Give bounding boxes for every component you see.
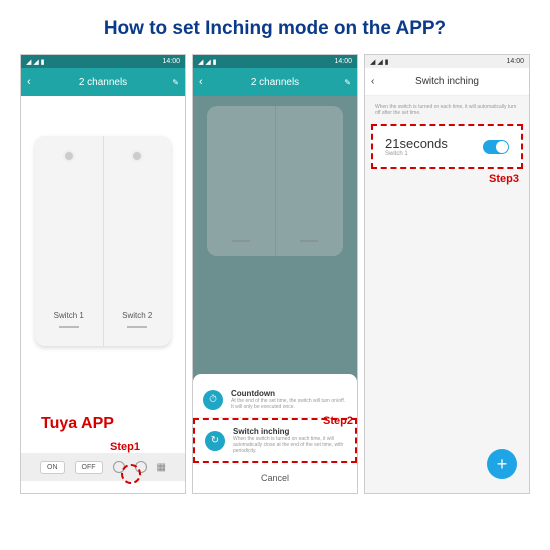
- phone-step1: ◢ ◢ ▮ 14:00 ‹ 2 channels ✎ Switch 1 Swit…: [20, 54, 186, 494]
- switch-2[interactable]: Switch 2: [104, 136, 172, 346]
- app-header: ‹ 2 channels ✎: [21, 68, 185, 96]
- add-fab[interactable]: +: [487, 449, 517, 479]
- hint-text: When the switch is turned on each time, …: [365, 96, 529, 124]
- status-bar: ◢ ◢ ▮ 14:00: [365, 55, 529, 68]
- status-icons: ◢ ◢ ▮: [198, 58, 217, 66]
- switch-2-label: Switch 2: [122, 311, 152, 320]
- page-title: How to set Inching mode on the APP?: [0, 0, 550, 54]
- switch-indicator: [127, 326, 147, 328]
- inching-value: 21seconds: [385, 136, 448, 151]
- back-icon[interactable]: ‹: [27, 76, 31, 88]
- status-icons: ◢ ◢ ▮: [26, 58, 45, 66]
- status-bar: ◢ ◢ ▮ 14:00: [21, 55, 185, 68]
- action-sheet: ⏱ Countdown At the end of the set time, …: [193, 374, 357, 493]
- status-time: 14:00: [506, 58, 524, 65]
- switch-1[interactable]: Switch 1: [35, 136, 104, 346]
- step2-label: Step2: [323, 415, 353, 427]
- dimmed-body: Step2 ⏱ Countdown At the end of the set …: [193, 96, 357, 493]
- option-countdown[interactable]: ⏱ Countdown At the end of the set time, …: [193, 382, 357, 418]
- cancel-button[interactable]: Cancel: [193, 463, 357, 493]
- option-title: Countdown: [231, 389, 347, 398]
- header-title: Switch inching: [415, 76, 479, 87]
- phone-row: ◢ ◢ ▮ 14:00 ‹ 2 channels ✎ Switch 1 Swit…: [0, 54, 550, 494]
- off-button[interactable]: OFF: [75, 461, 103, 474]
- status-time: 14:00: [334, 58, 352, 65]
- phone-step2: ◢ ◢ ▮ 14:00 ‹ 2 channels ✎ Step2 ⏱ Count…: [192, 54, 358, 494]
- option-desc: When the switch is turned on each time, …: [233, 436, 345, 454]
- option-title: Switch inching: [233, 427, 345, 436]
- inching-sub: Switch 1: [385, 151, 448, 157]
- app-header: ‹ 2 channels ✎: [193, 68, 357, 96]
- bulb-icon: [65, 152, 73, 160]
- inching-toggle[interactable]: [483, 140, 509, 154]
- switch-1-label: Switch 1: [54, 311, 84, 320]
- app-name-label: Tuya APP: [41, 415, 114, 433]
- countdown-icon: ⏱: [203, 390, 223, 410]
- header-title: 2 channels: [79, 77, 127, 88]
- bottom-toolbar: ON OFF ▦: [21, 453, 185, 481]
- grid-icon[interactable]: ▦: [157, 462, 166, 473]
- status-icons: ◢ ◢ ▮: [370, 58, 389, 66]
- switch-card: Switch 1 Switch 2: [35, 136, 171, 346]
- on-button[interactable]: ON: [40, 461, 65, 474]
- switch-indicator: [59, 326, 79, 328]
- bulb-icon: [133, 152, 141, 160]
- inching-icon: ↻: [205, 431, 225, 451]
- edit-icon[interactable]: ✎: [344, 78, 351, 87]
- option-desc: At the end of the set time, the switch w…: [231, 398, 347, 410]
- step1-label: Step1: [110, 441, 140, 453]
- step1-highlight: [121, 464, 141, 484]
- inching-body: When the switch is turned on each time, …: [365, 96, 529, 493]
- step3-label: Step3: [365, 169, 529, 189]
- edit-icon[interactable]: ✎: [172, 78, 179, 87]
- switch-card-ghost: [207, 106, 343, 256]
- back-icon[interactable]: ‹: [371, 76, 374, 87]
- header-title: 2 channels: [251, 77, 299, 88]
- inching-card[interactable]: 21seconds Switch 1: [371, 124, 523, 169]
- status-time: 14:00: [162, 58, 180, 65]
- phone-step3: ◢ ◢ ▮ 14:00 ‹ Switch inching When the sw…: [364, 54, 530, 494]
- back-icon[interactable]: ‹: [199, 76, 203, 88]
- status-bar: ◢ ◢ ▮ 14:00: [193, 55, 357, 68]
- app-header: ‹ Switch inching: [365, 68, 529, 96]
